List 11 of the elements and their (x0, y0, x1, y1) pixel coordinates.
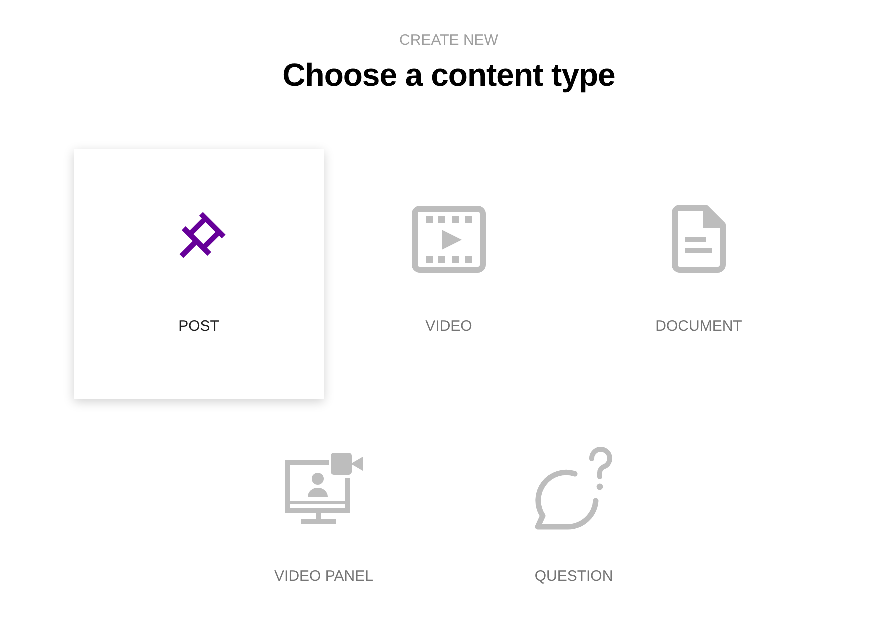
content-type-card[interactable]: VIDEO (324, 149, 574, 399)
eyebrow-label: CREATE NEW (400, 32, 498, 50)
content-type-card[interactable]: DOCUMENT (574, 149, 824, 399)
content-type-card[interactable]: POST (74, 149, 324, 399)
content-type-card[interactable]: QUESTION (449, 399, 699, 627)
monitor-camera-icon (285, 453, 363, 525)
film-play-icon (412, 206, 486, 272)
document-icon (672, 205, 726, 273)
speech-bubble-question-icon (535, 446, 613, 532)
content-type-card[interactable]: VIDEO PANEL (199, 399, 449, 627)
page-title: Choose a content type (282, 56, 616, 95)
